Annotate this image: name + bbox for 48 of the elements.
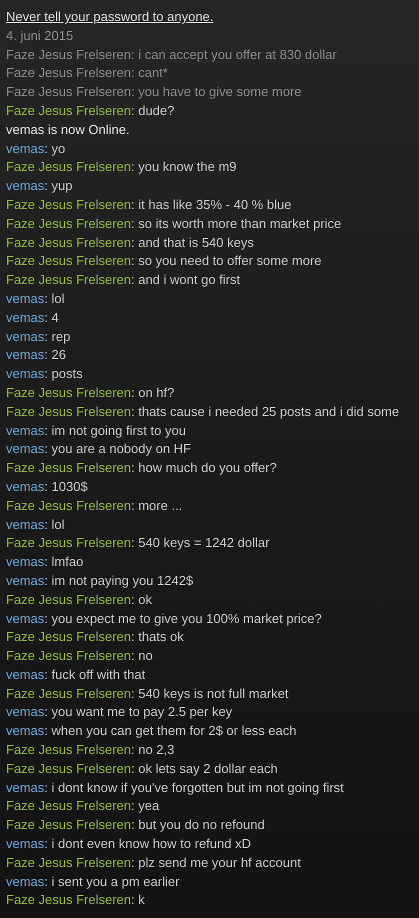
chat-message: Faze Jesus Frelseren: i can accept you offer at 830 dollar — [6, 46, 337, 64]
chat-message: vemas: lol — [6, 290, 65, 308]
chat-message: vemas: when you can get them for 2$ or less each — [6, 722, 296, 740]
chat-message: Faze Jesus Frelseren: you know the m9 — [6, 158, 236, 176]
chat-message: vemas: rep — [6, 328, 70, 346]
warning-link[interactable]: Never tell your password to anyone. — [6, 9, 214, 24]
chat-message: vemas: im not paying you 1242$ — [6, 572, 194, 590]
chat-message: Faze Jesus Frelseren: so you need to offer some more — [6, 252, 322, 270]
chat-message: Faze Jesus Frelseren: no — [6, 647, 153, 666]
chat-message: Faze Jesus Frelseren: no 2,3 — [6, 741, 174, 760]
chat-message: Faze Jesus Frelseren: thats cause i needed 25 posts and i did some — [6, 402, 400, 421]
chat-message: vemas: yup — [6, 177, 72, 196]
chat-message: Faze Jesus Frelseren: plz send me your hf account — [6, 854, 301, 872]
chat-message: vemas: i dont even know how to refund xD — [6, 835, 251, 854]
chat-message: Faze Jesus Frelseren: how much do you offer? — [6, 459, 277, 478]
chat-message: vemas: 1030$ — [6, 478, 88, 496]
chat-message: Faze Jesus Frelseren: thats ok — [6, 628, 184, 646]
chat-message: Faze Jesus Frelseren: and that is 540 keys — [6, 234, 254, 252]
chat-message: Faze Jesus Frelseren: so its worth more than market price — [6, 214, 342, 233]
chat-message: Faze Jesus Frelseren: you have to give some more — [6, 83, 302, 102]
date-label: 4. juni 2015 — [6, 28, 74, 43]
chat-message: vemas: yo — [6, 140, 66, 158]
chat-message: vemas: you expect me to give you 100% market price? — [6, 610, 322, 628]
chat-message: Faze Jesus Frelseren: dude? — [6, 102, 174, 120]
chat-message: Faze Jesus Frelseren: 540 keys = 1242 dollar — [6, 534, 270, 552]
chat-message: Faze Jesus Frelseren: it has like 35% - 40 % blue — [6, 196, 292, 214]
status-message: vemas is now Online. — [6, 122, 130, 137]
chat-message: vemas: i dont know if you've forgotten but im not going first — [6, 778, 344, 797]
chat-message: Faze Jesus Frelseren: and i wont go first — [6, 271, 240, 290]
chat-message: vemas: i sent you a pm earlier — [6, 872, 180, 891]
chat-message: Faze Jesus Frelseren: ok lets say 2 dollar each — [6, 760, 278, 778]
chat-message: vemas: lol — [6, 516, 65, 534]
chat-message: Faze Jesus Frelseren: 540 keys is not full market — [6, 684, 289, 703]
chat-message: vemas: 4 — [6, 308, 59, 327]
chat-message: Faze Jesus Frelseren: but you do no refound — [6, 816, 265, 834]
chat-message: Faze Jesus Frelseren: on hf? — [6, 384, 174, 402]
chat-message: Faze Jesus Frelseren: yea — [6, 797, 160, 816]
chat-message: Faze Jesus Frelseren: more ... — [6, 496, 182, 515]
chat-message: vemas: you want me to pay 2.5 per key — [6, 703, 232, 722]
chat-message: vemas: posts — [6, 365, 83, 384]
chat-message: vemas: im not going first to you — [6, 422, 186, 440]
chat-message: vemas: you are a nobody on HF — [6, 440, 191, 458]
chat-message: vemas: lmfao — [6, 553, 84, 572]
chat-message: vemas: fuck off with that — [6, 666, 146, 684]
chat-message: Faze Jesus Frelseren: cant* — [6, 64, 168, 82]
chat-message: Faze Jesus Frelseren: k — [6, 891, 145, 910]
chat-message: vemas: 26 — [6, 346, 66, 364]
chat-message: Faze Jesus Frelseren: ok — [6, 590, 152, 609]
